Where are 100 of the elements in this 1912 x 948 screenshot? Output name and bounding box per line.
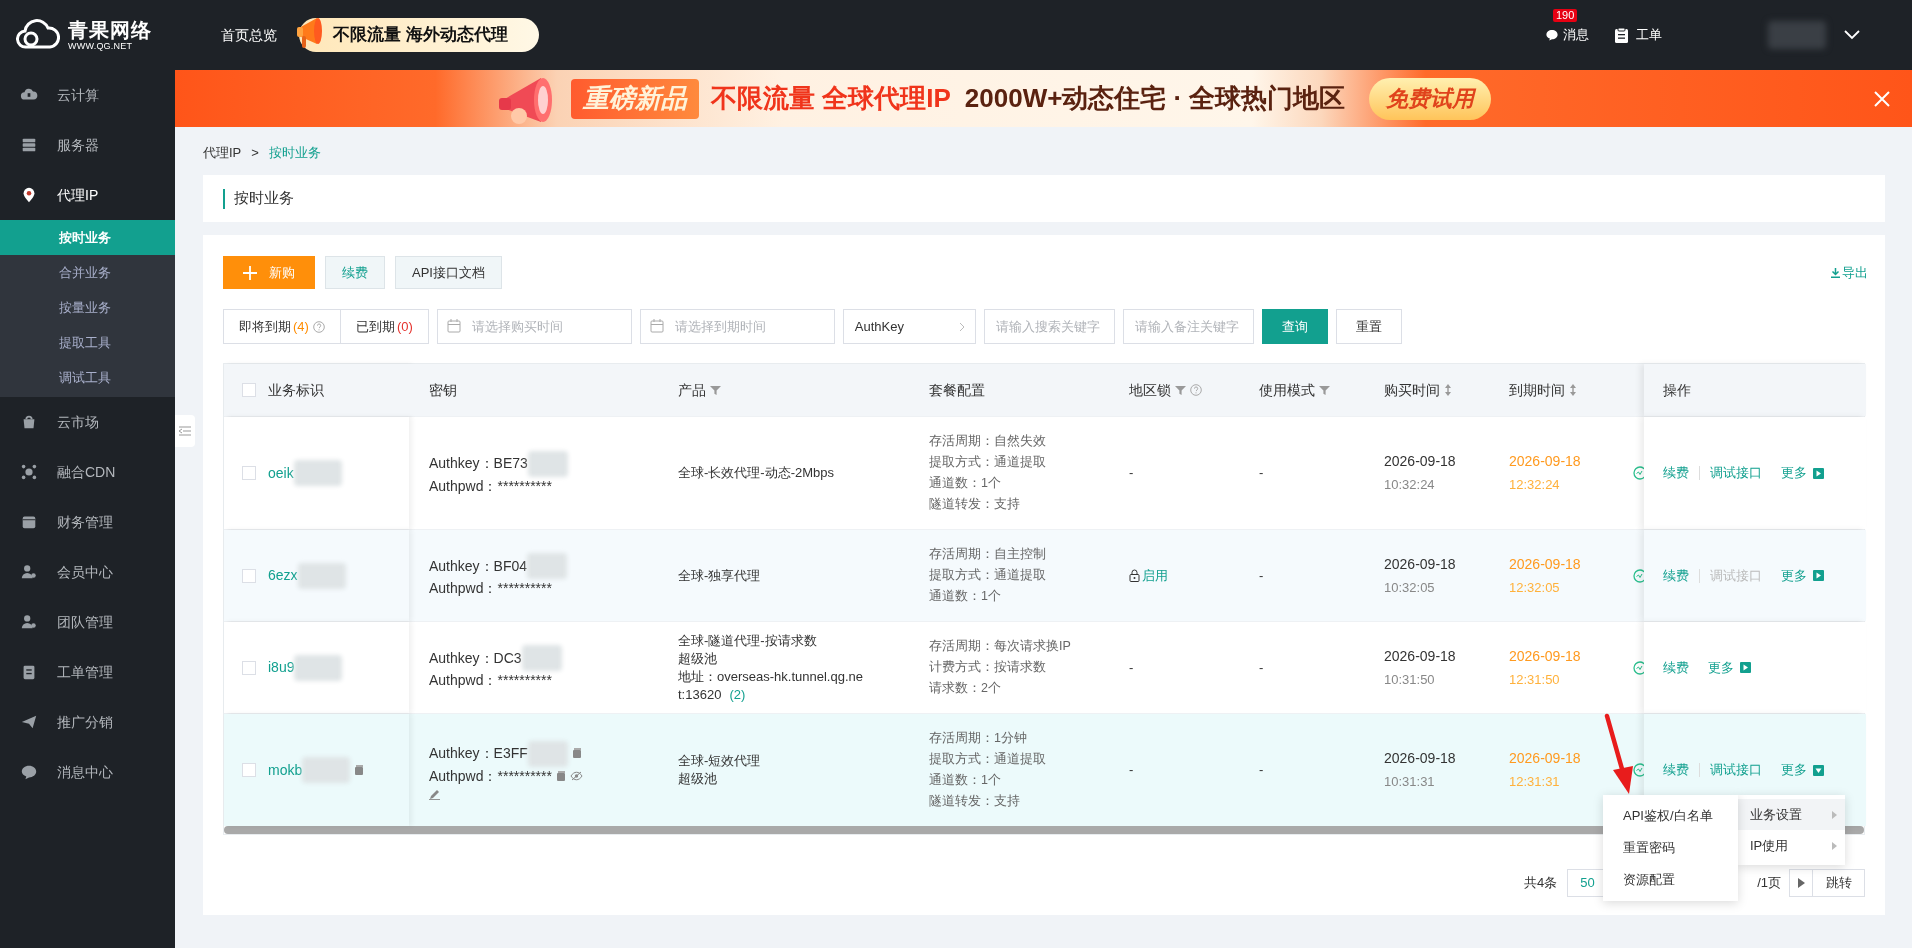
- logo-icon: [16, 19, 60, 51]
- plan-config-text: 计费方式：按请求数: [929, 659, 1047, 676]
- mode-text: -: [1259, 566, 1264, 585]
- product-text: 全球-独享代理: [678, 566, 762, 585]
- chat-bubble-icon: [20, 763, 38, 781]
- filter-button[interactable]: 重置: [1335, 309, 1402, 344]
- checkbox[interactable]: [242, 466, 256, 480]
- sidebar-item[interactable]: 代理IP: [0, 170, 175, 220]
- table-row[interactable]: i8u9 Authkey：DC3 Authpwd：********** 全球-隧道代理-按请求数 超级池 地址：overseas-hk.tunnel.qg.net:13620 (2) 存活周期：每次请求换IP 计费方式：按请求数 请求数：2个 - - 2026-09-18 10:31:50 2026-09-18 12:31:50 续费 更多: [224, 621, 1864, 713]
- page-count: /1页: [1757, 874, 1781, 893]
- sidebar-item[interactable]: 云计算: [0, 70, 175, 120]
- checkbox[interactable]: [242, 763, 256, 777]
- authpwd-text: Authpwd：**********: [429, 766, 552, 786]
- chevron-right-icon: [958, 321, 965, 332]
- filter-icon[interactable]: [1175, 384, 1186, 396]
- expiry-date: 2026-09-18: [1509, 749, 1582, 768]
- expiry-date: 2026-09-18: [1509, 646, 1582, 666]
- filter-icon[interactable]: [710, 384, 721, 396]
- search-type-select[interactable]: AuthKey: [842, 309, 976, 344]
- mode-text: -: [1259, 658, 1264, 677]
- checkbox[interactable]: [242, 660, 256, 675]
- purchase-date: 2026-09-18: [1384, 452, 1457, 471]
- copy-icon[interactable]: [555, 770, 566, 782]
- copy-icon[interactable]: [354, 764, 365, 776]
- new-product-badge: 重磅新品: [571, 78, 699, 119]
- sidebar-item[interactable]: 云市场: [0, 397, 175, 447]
- menu-item[interactable]: IP使用: [1738, 830, 1845, 861]
- expiry-time: 12:31:50: [1509, 670, 1561, 689]
- page-title: 按时业务: [234, 188, 294, 209]
- sidebar-item[interactable]: 会员中心: [0, 547, 175, 597]
- network-icon: [20, 463, 38, 481]
- download-icon: [1831, 267, 1840, 278]
- logo-url: WWW.QG.NET: [68, 41, 134, 51]
- table-row[interactable]: oeik Authkey：BE73 Authpwd：********** 全球-长效代理-动态-2Mbps 存活周期：自然失效 提取方式：通道提取 通道数：1个 隧道转发：支持 - - 2026-09-18 10:32:24 2026-09-18 12:32:24 续费 调试接口 更多: [224, 416, 1864, 529]
- clipboard-icon[interactable]: [1615, 27, 1628, 43]
- breadcrumb-link[interactable]: 代理IP: [203, 143, 242, 163]
- sort-icon[interactable]: [1444, 384, 1452, 396]
- sidebar-item[interactable]: 团队管理: [0, 597, 175, 647]
- help-icon[interactable]: [1190, 384, 1202, 396]
- calendar-icon: [446, 319, 461, 333]
- date-field[interactable]: 请选择购买时间: [436, 309, 632, 344]
- submenu-item[interactable]: 调试工具: [0, 360, 175, 395]
- nav-link[interactable]: 首页总览: [221, 24, 277, 46]
- product-text: 超级池: [678, 649, 718, 668]
- messages-link[interactable]: 消息: [1563, 25, 1589, 45]
- purchase-date: 2026-09-18: [1384, 749, 1457, 768]
- promo-banner[interactable]: 重磅新品 不限流量 全球代理IP 2000W+动态住宅 · 全球热门地区 免费试用: [175, 70, 1912, 127]
- address-text: 地址：overseas-hk.tunnel.qg.net:13620 (2): [678, 667, 864, 704]
- remark-field[interactable]: 请输入备注关键字: [1122, 309, 1254, 344]
- checkbox[interactable]: [242, 383, 256, 397]
- column-header: 产品: [678, 380, 706, 400]
- sidebar-item[interactable]: 服务器: [0, 120, 175, 170]
- next-page-button[interactable]: [1789, 869, 1813, 897]
- submenu-item[interactable]: 提取工具: [0, 325, 175, 360]
- toolbar-button[interactable]: API接口文档: [395, 256, 502, 289]
- help-icon[interactable]: [312, 320, 325, 333]
- status-icon: [1633, 568, 1644, 583]
- jump-button[interactable]: 跳转: [1813, 869, 1865, 897]
- sidebar-item[interactable]: 消息中心: [0, 747, 175, 797]
- status-tab[interactable]: 即将到期(4): [223, 309, 341, 344]
- caret-right-icon: [1797, 878, 1805, 888]
- redacted-blur: [294, 654, 343, 681]
- promo-pill[interactable]: 不限流量 海外动态代理: [299, 18, 539, 52]
- sidebar-item[interactable]: 工单管理: [0, 647, 175, 697]
- region-lock-text: -: [1129, 658, 1134, 677]
- plan-config-text: 提取方式：通道提取: [929, 567, 1047, 584]
- status-tab[interactable]: 已到期(0): [340, 309, 429, 344]
- redacted-blur: [293, 460, 342, 486]
- region-lock-text: -: [1129, 464, 1134, 483]
- pencil-icon[interactable]: [429, 788, 440, 800]
- date-field[interactable]: 请选择到期时间: [639, 309, 835, 344]
- chevron-down-icon[interactable]: [1844, 30, 1860, 40]
- authpwd-text: Authpwd：**********: [429, 579, 552, 598]
- chat-bubble-icon[interactable]: [1545, 28, 1559, 42]
- menu-item[interactable]: 业务设置: [1738, 799, 1845, 830]
- plan-config-text: 通道数：1个: [929, 772, 1002, 789]
- user-icon: [20, 563, 38, 581]
- copy-icon[interactable]: [571, 748, 582, 759]
- menu-item[interactable]: 重置密码: [1603, 832, 1738, 864]
- sort-icon[interactable]: [1569, 384, 1577, 396]
- submenu-item[interactable]: 合并业务: [0, 255, 175, 290]
- promo-text: 不限流量 海外动态代理: [333, 24, 508, 47]
- authkey-text: Authkey：DC3: [429, 648, 522, 668]
- sidebar-item[interactable]: 财务管理: [0, 497, 175, 547]
- plan-config-text: 存活周期：自然失效: [929, 433, 1047, 450]
- checkbox[interactable]: [242, 568, 256, 583]
- status-icon: [1633, 466, 1644, 480]
- eye-slash-icon[interactable]: [569, 771, 583, 781]
- sidebar-item[interactable]: 推广分销: [0, 697, 175, 747]
- plan-config-text: 存活周期：1分钟: [929, 730, 1028, 747]
- tickets-link[interactable]: 工单: [1636, 25, 1662, 45]
- submenu-item[interactable]: 按量业务: [0, 290, 175, 325]
- sidebar-item[interactable]: 融合CDN: [0, 447, 175, 497]
- column-header: 到期时间: [1509, 380, 1565, 400]
- filter-icon[interactable]: [1319, 384, 1330, 396]
- keyword-field[interactable]: 请输入搜索关键字: [983, 309, 1115, 344]
- collapse-handle[interactable]: [175, 415, 195, 447]
- breadcrumb-separator: >: [251, 144, 259, 162]
- expiry-date: 2026-09-18: [1509, 554, 1582, 574]
- close-icon[interactable]: [1874, 90, 1890, 107]
